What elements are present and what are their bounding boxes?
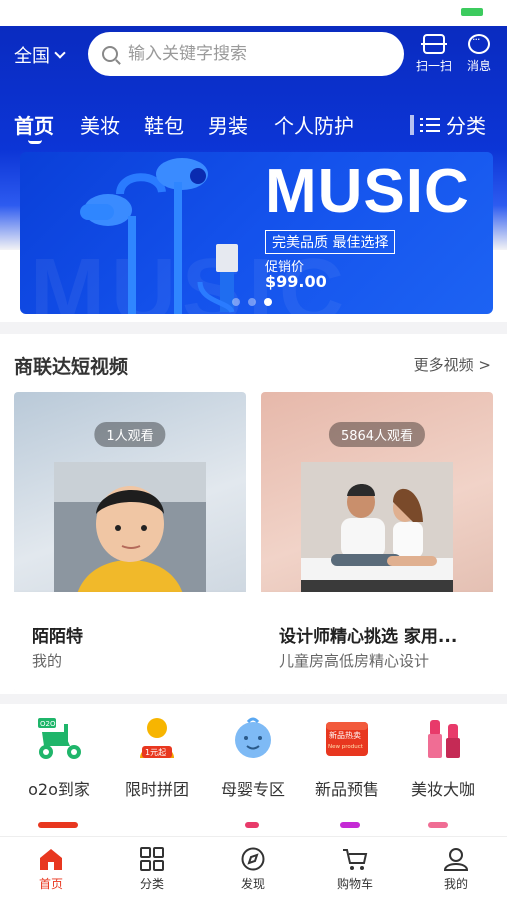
category-button[interactable]: 分类 xyxy=(410,110,486,139)
message-label: 消息 xyxy=(466,59,491,73)
quick-entry-label: o2o到家 xyxy=(28,780,90,799)
carousel-dot[interactable] xyxy=(248,298,256,306)
quick-entry-beauty-star[interactable]: 美妆大咖 xyxy=(398,716,488,800)
section-title: 商联达短视频 xyxy=(14,356,129,378)
scan-label: 扫一扫 xyxy=(415,59,452,73)
nav-home[interactable]: 首页 xyxy=(11,847,91,892)
quick-entry-label: 美妆大咖 xyxy=(410,780,475,799)
region-selector[interactable]: 全国 xyxy=(0,42,88,68)
banner-tagline: 完美品质 最佳选择 xyxy=(265,230,396,254)
nav-discover[interactable]: 发现 xyxy=(213,847,293,892)
more-videos-link[interactable]: 更多视频 > xyxy=(414,354,491,375)
svg-text:1元起: 1元起 xyxy=(145,748,166,757)
banner-headline: MUSIC xyxy=(265,157,470,226)
video-info: 设计师精心挑选 家用... 儿童房高低房精心设计 xyxy=(261,592,493,692)
video-card[interactable]: 1人观看 陌陌特 我的 xyxy=(14,392,246,692)
message-icon xyxy=(468,33,490,54)
nav-label: 首页 xyxy=(38,877,63,891)
short-video-section: 商联达短视频 更多视频 > 1人观看 陌陌特 我的 5864人观看 设计师精心挑… xyxy=(0,334,507,694)
quick-entry-mother-baby[interactable]: 母婴专区 xyxy=(208,716,298,800)
home-icon xyxy=(38,847,64,871)
quick-entry-label: 母婴专区 xyxy=(220,780,285,799)
grid-icon xyxy=(139,847,165,871)
top-header: 全国 扫一扫 消息 xyxy=(0,26,507,84)
earphones-illustration xyxy=(80,158,238,314)
section-gap xyxy=(0,694,507,704)
video-card[interactable]: 5864人观看 设计师精心挑选 家用... 儿童房高低房精心设计 xyxy=(261,392,493,692)
promo-price: $99.00 xyxy=(265,272,327,291)
tab-home[interactable]: 首页 xyxy=(14,110,54,139)
section-gap xyxy=(0,322,507,334)
carousel-dots xyxy=(232,298,272,306)
peek-icon xyxy=(428,822,448,828)
view-count-badge: 1人观看 xyxy=(94,422,166,447)
video-info: 陌陌特 我的 xyxy=(14,592,246,692)
quick-entry-group-buy[interactable]: 1元起 限时拼团 xyxy=(112,716,202,800)
scooter-icon: O2O xyxy=(34,716,84,762)
cosmetics-icon xyxy=(418,716,468,762)
cart-icon xyxy=(342,847,368,871)
video-subtitle: 我的 xyxy=(32,652,63,670)
region-label: 全国 xyxy=(14,46,50,67)
active-tab-indicator xyxy=(28,140,42,144)
scan-icon xyxy=(421,34,447,54)
quick-entry-grid: O2O o2o到家 1元起 限时拼团 母婴专区 新品热卖 New product… xyxy=(0,704,507,834)
carousel-dot[interactable] xyxy=(232,298,240,306)
category-tabs: 首页 美妆 鞋包 男装 个人防护 分类 xyxy=(0,104,507,144)
tab-menswear[interactable]: 男装 xyxy=(208,110,248,139)
carousel-dot-active[interactable] xyxy=(264,298,272,306)
nav-cart[interactable]: 购物车 xyxy=(315,847,395,892)
compass-icon xyxy=(240,847,266,871)
video-title: 陌陌特 xyxy=(32,627,83,647)
video-title: 设计师精心挑选 家用... xyxy=(279,627,458,647)
search-input[interactable] xyxy=(128,44,388,64)
scan-button[interactable]: 扫一扫 xyxy=(414,34,454,74)
peek-icon xyxy=(340,822,360,828)
quick-entry-o2o[interactable]: O2O o2o到家 xyxy=(14,716,104,800)
quick-entry-label: 限时拼团 xyxy=(124,780,189,799)
battery-icon xyxy=(461,8,483,16)
tab-shoes-bags[interactable]: 鞋包 xyxy=(144,110,184,139)
nav-category[interactable]: 分类 xyxy=(112,847,192,892)
category-label: 分类 xyxy=(446,114,486,138)
tab-beauty[interactable]: 美妆 xyxy=(80,110,120,139)
peek-icon xyxy=(38,822,78,828)
nav-label: 发现 xyxy=(240,877,265,891)
new-product-icon: 新品热卖 New product xyxy=(322,716,372,762)
svg-text:O2O: O2O xyxy=(40,720,56,728)
nav-label: 购物车 xyxy=(336,877,373,891)
list-icon xyxy=(420,116,440,134)
search-bar[interactable] xyxy=(88,32,404,76)
tab-personal-protection[interactable]: 个人防护 xyxy=(274,110,354,139)
group-buy-icon: 1元起 xyxy=(132,716,182,762)
peek-icon xyxy=(245,822,259,828)
nav-label: 分类 xyxy=(139,877,164,891)
baby-icon xyxy=(228,716,278,762)
search-icon xyxy=(102,46,118,62)
svg-text:New product: New product xyxy=(328,744,364,750)
video-subtitle: 儿童房高低房精心设计 xyxy=(279,652,430,670)
chevron-down-icon xyxy=(54,47,66,59)
status-bar xyxy=(0,0,507,26)
bottom-navigation: 首页 分类 发现 购物车 我的 xyxy=(0,836,507,900)
divider xyxy=(410,114,414,135)
view-count-badge: 5864人观看 xyxy=(328,422,426,447)
user-icon xyxy=(443,847,469,871)
message-button[interactable]: 消息 xyxy=(459,33,499,74)
promo-banner[interactable]: MUSIC MUSIC 完美品质 最佳选择 促销价 $99.00 xyxy=(20,152,493,314)
quick-entry-label: 新品预售 xyxy=(314,780,379,799)
svg-text:新品热卖: 新品热卖 xyxy=(329,730,361,740)
nav-label: 我的 xyxy=(443,877,468,891)
quick-entry-new-presale[interactable]: 新品热卖 New product 新品预售 xyxy=(302,716,392,800)
nav-profile[interactable]: 我的 xyxy=(416,847,496,892)
